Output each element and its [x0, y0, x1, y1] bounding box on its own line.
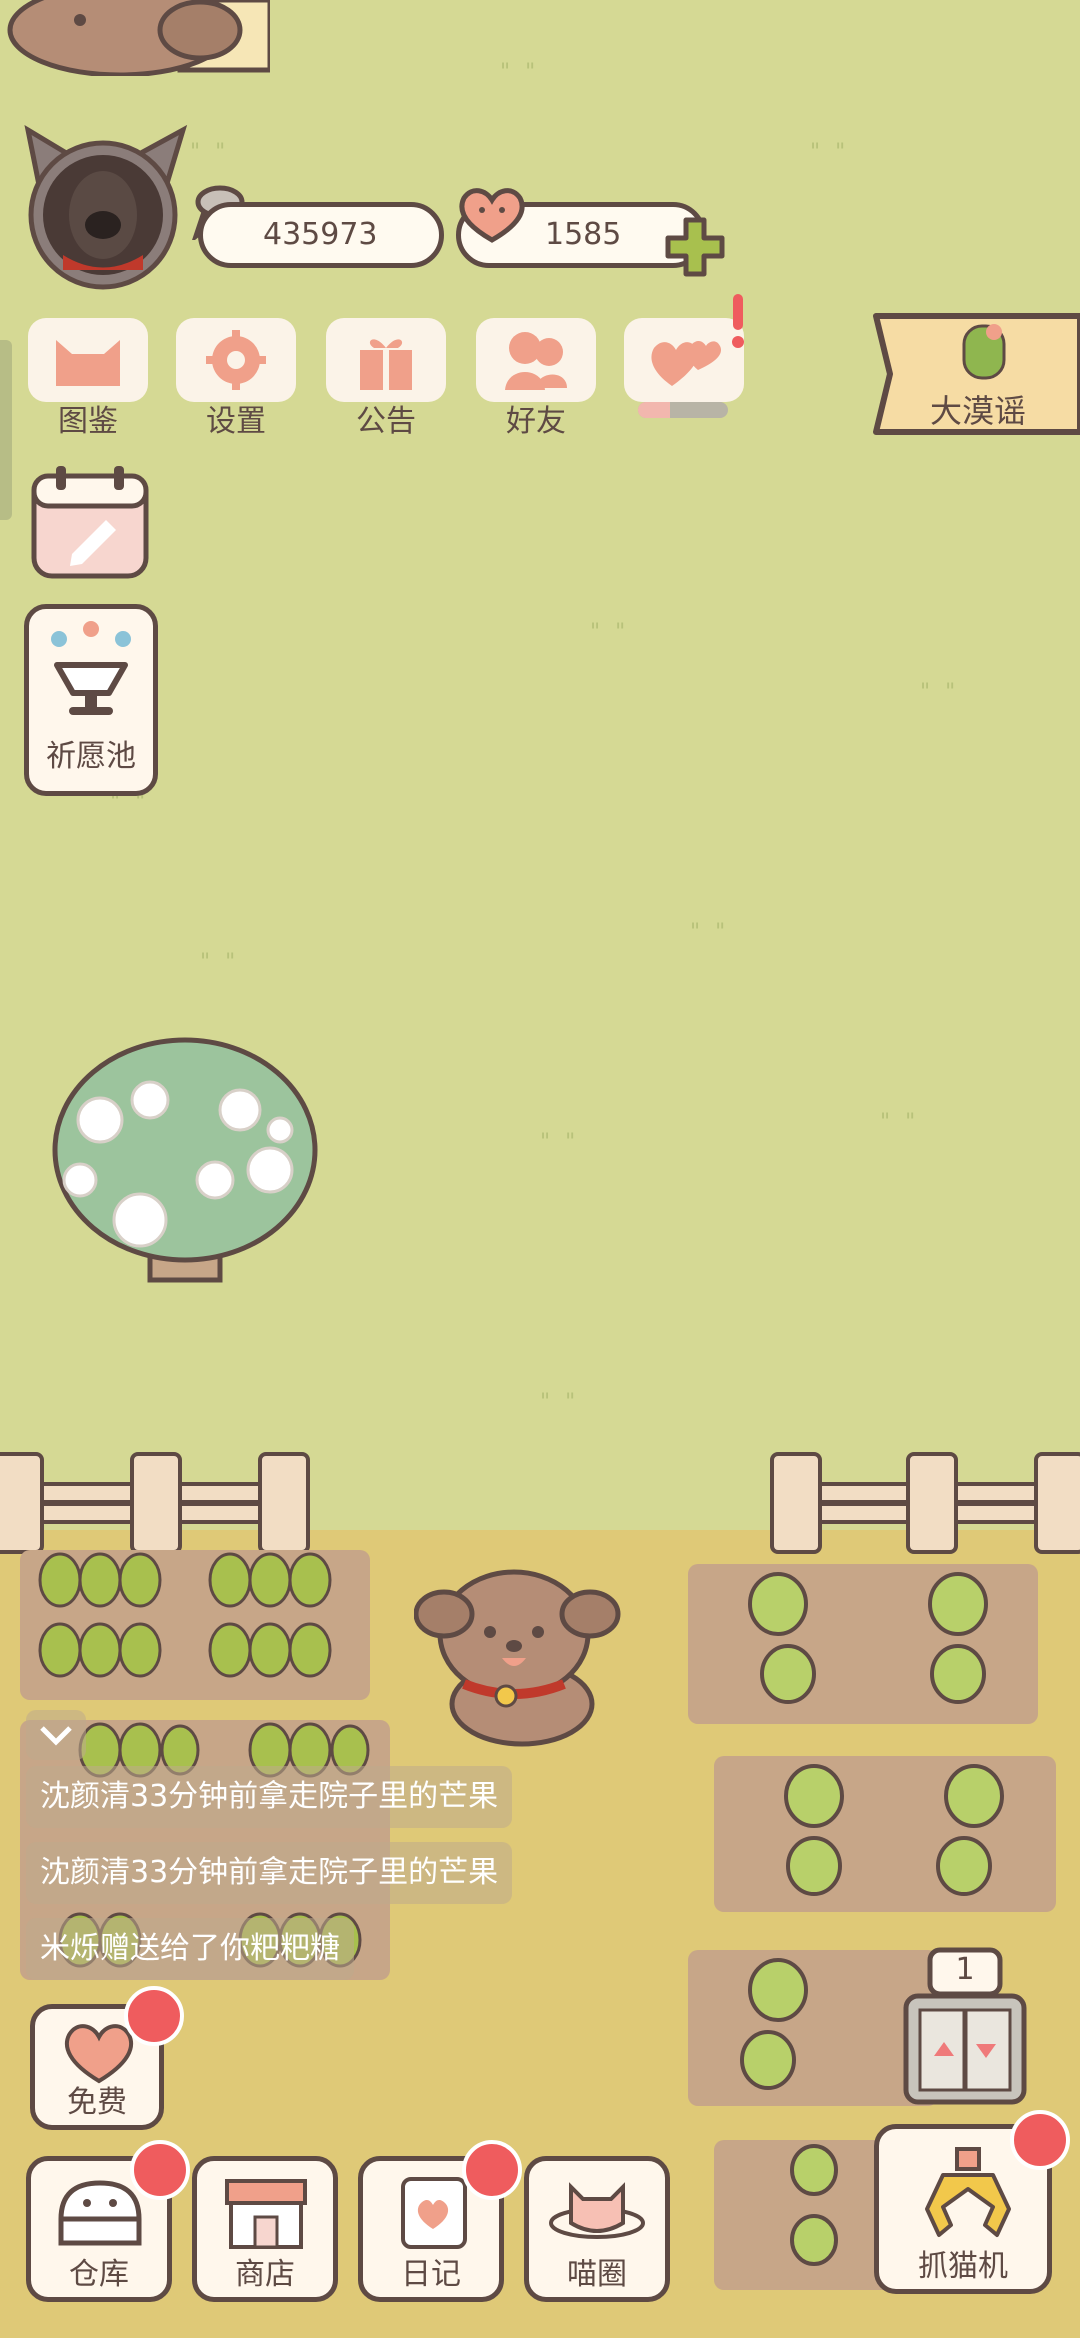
notification-badge	[1010, 2110, 1070, 2170]
gift-icon	[326, 318, 446, 402]
fence-post	[1034, 1452, 1080, 1554]
grass-tuft: " "	[690, 920, 730, 945]
friends-label: 好友	[506, 404, 566, 439]
heart-count: 1585	[545, 217, 622, 252]
notice-button[interactable]: 公告	[326, 318, 446, 439]
seedling-icon	[790, 2144, 838, 2266]
warehouse-icon	[58, 2180, 142, 2246]
fence-post	[0, 1452, 44, 1554]
avatar[interactable]	[18, 120, 188, 290]
hearts-icon	[624, 318, 744, 402]
wishing-pool-label: 祈愿池	[46, 739, 136, 774]
fish-count: 435973	[263, 217, 378, 252]
collection-label: 图鉴	[58, 404, 118, 439]
fence-post	[130, 1452, 182, 1554]
elevator-button[interactable]: 1	[900, 1946, 1030, 2106]
warehouse-label: 仓库	[69, 2257, 129, 2292]
diary-icon	[401, 2177, 467, 2249]
grass-tuft: " "	[880, 1110, 920, 1135]
friends-button[interactable]: 好友	[476, 318, 596, 439]
meow-circle-label: 喵圈	[567, 2257, 627, 2292]
fountain-icon	[51, 621, 131, 715]
grass-tuft: " "	[500, 60, 540, 85]
heart-icon	[454, 186, 530, 244]
feed-item: 沈颜清33分钟前拿走院子里的芒果	[26, 1842, 513, 1904]
grass-tuft: " "	[540, 1130, 580, 1155]
crop-plot[interactable]	[714, 1756, 1056, 1912]
feed-item: 沈颜清33分钟前拿走院子里的芒果	[26, 1766, 513, 1828]
add-hearts-button[interactable]	[662, 214, 728, 280]
calendar-button[interactable]	[30, 462, 152, 580]
notification-badge	[124, 1986, 184, 2046]
crop-plot[interactable]	[714, 2140, 894, 2290]
settings-label: 设置	[206, 404, 266, 439]
elevator-floor: 1	[955, 1952, 975, 1987]
grass-tuft: " "	[190, 140, 230, 165]
side-drawer-handle[interactable]	[0, 340, 12, 520]
grass-tuft: " "	[540, 1390, 580, 1415]
dog-peek[interactable]	[0, 0, 273, 78]
chevron-down-icon	[40, 1726, 72, 1746]
claw-icon	[925, 2147, 1011, 2237]
crop-plot[interactable]	[688, 1564, 1038, 1724]
wishing-pool-button[interactable]: 祈愿池	[24, 604, 158, 796]
settings-button[interactable]: 设置	[176, 318, 296, 439]
collection-button[interactable]: 图鉴	[28, 318, 148, 439]
cat-planet-icon	[549, 2182, 645, 2239]
fence-post	[906, 1452, 958, 1554]
hearts-event-button[interactable]	[624, 294, 744, 438]
free-label: 免费	[67, 2085, 127, 2120]
feed-collapse-toggle[interactable]	[26, 1710, 86, 1760]
friends-icon	[476, 318, 596, 402]
shop-button[interactable]: 商店	[192, 2156, 338, 2302]
diary-label: 日记	[401, 2257, 461, 2292]
fence-post	[258, 1452, 310, 1554]
cat-face-icon	[28, 318, 148, 402]
notification-badge	[130, 2140, 190, 2200]
event-banner-label: 大漠谣	[930, 392, 1027, 430]
meow-circle-button[interactable]: 喵圈	[524, 2156, 670, 2302]
notice-label: 公告	[356, 404, 416, 439]
grass-tuft: " "	[590, 620, 630, 645]
hearts-progress-bar	[638, 402, 728, 418]
notification-badge	[462, 2140, 522, 2200]
wheat-crop-icon	[38, 1552, 332, 1678]
seedling-icon	[748, 1572, 988, 1704]
fence-post	[770, 1452, 822, 1554]
gear-icon	[176, 318, 296, 402]
alert-exclamation-icon	[730, 294, 746, 350]
puppy-character[interactable]	[413, 1564, 624, 1754]
shop-label: 商店	[235, 2257, 295, 2292]
grass-tuft: " "	[200, 950, 240, 975]
grass-tuft: " "	[920, 680, 960, 705]
feed-item: 米烁赠送给了你粑粑糖	[26, 1918, 354, 1980]
crop-plot[interactable]	[20, 1550, 370, 1700]
grass-tuft: " "	[810, 140, 850, 165]
seedling-icon	[784, 1764, 1004, 1896]
flowering-tree[interactable]	[40, 1030, 330, 1290]
claw-machine-label: 抓猫机	[918, 2249, 1008, 2284]
fish-counter: 435973	[198, 202, 444, 268]
event-banner[interactable]: 大漠谣	[870, 310, 1080, 438]
shop-icon	[225, 2179, 307, 2249]
